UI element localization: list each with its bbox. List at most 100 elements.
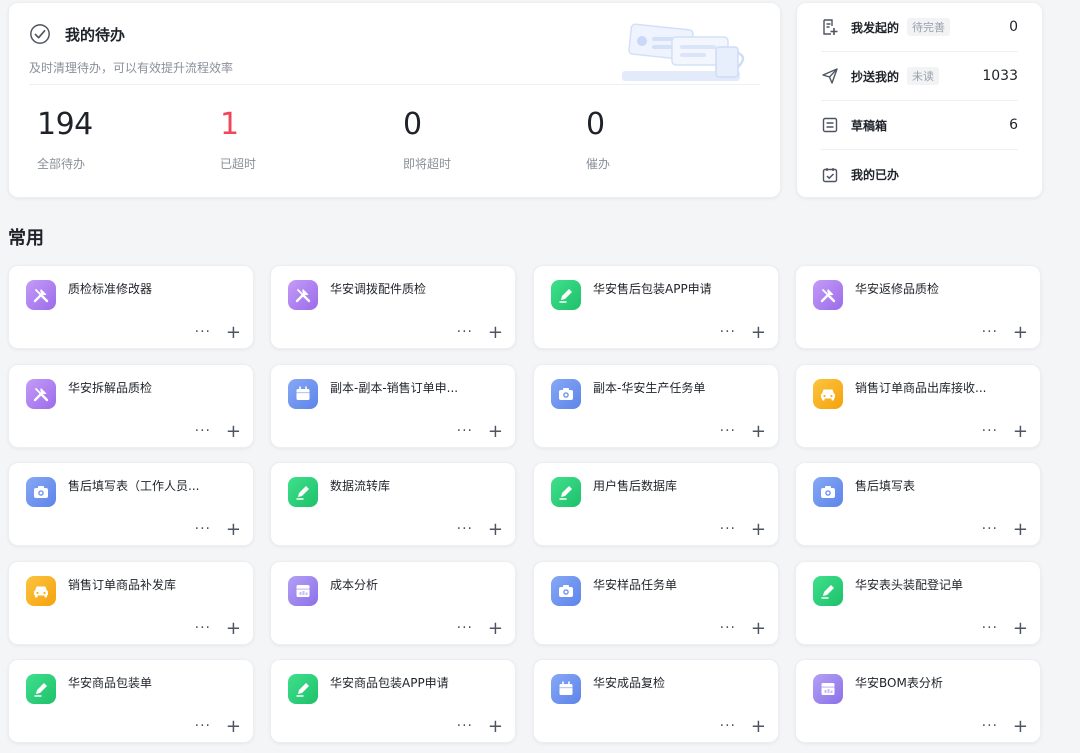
app-name: 华安商品包装单 [68, 676, 153, 690]
app-card[interactable]: 副本-副本-销售订单申... ··· + [270, 364, 516, 448]
side-panel: 我发起的 待完善 0 抄送我的 未读 1033 草稿箱 6 我的已办 [796, 2, 1043, 198]
app-name: 华安成品复检 [593, 676, 666, 690]
side-item-drafts[interactable]: 草稿箱 6 [821, 101, 1018, 150]
camera-icon [26, 477, 56, 507]
more-button[interactable]: ··· [720, 521, 736, 537]
app-card[interactable]: 华安表头装配登记单 ··· + [795, 561, 1041, 645]
app-card[interactable]: 数据流转库 ··· + [270, 462, 516, 546]
more-button[interactable]: ··· [195, 324, 211, 340]
pen-icon [551, 477, 581, 507]
app-card[interactable]: 质检标准修改器 ··· + [8, 265, 254, 349]
camera-icon [551, 576, 581, 606]
add-button[interactable]: + [751, 324, 766, 342]
more-button[interactable]: ··· [720, 423, 736, 439]
status-badge: 未读 [907, 67, 940, 85]
side-item-label: 我的已办 [851, 168, 900, 182]
add-button[interactable]: + [226, 620, 241, 638]
todo-header: 我的待办 [29, 23, 125, 45]
stat-label: 全部待办 [37, 157, 86, 171]
todo-title: 我的待办 [65, 25, 126, 44]
app-name: 销售订单商品出库接收... [855, 381, 987, 395]
add-button[interactable]: + [751, 521, 766, 539]
more-button[interactable]: ··· [720, 324, 736, 340]
more-button[interactable]: ··· [457, 521, 473, 537]
side-item-done[interactable]: 我的已办 [821, 150, 1018, 199]
more-button[interactable]: ··· [457, 324, 473, 340]
app-card[interactable]: 华安样品任务单 ··· + [533, 561, 779, 645]
side-item-count: 1033 [982, 68, 1018, 84]
camera-icon [813, 477, 843, 507]
app-name: 副本-华安生产任务单 [593, 381, 706, 395]
add-button[interactable]: + [226, 324, 241, 342]
app-name: 华安售后包装APP申请 [593, 282, 712, 296]
tools-icon [26, 280, 56, 310]
app-card[interactable]: 华安商品包装APP申请 ··· + [270, 659, 516, 743]
add-button[interactable]: + [226, 718, 241, 736]
stat-all[interactable]: 194 全部待办 [37, 105, 187, 172]
stat-due-soon[interactable]: 0 即将超时 [403, 105, 553, 172]
add-button[interactable]: + [1013, 718, 1028, 736]
add-button[interactable]: + [488, 521, 503, 539]
car-icon [26, 576, 56, 606]
add-button[interactable]: + [751, 620, 766, 638]
todo-divider [29, 84, 760, 85]
add-button[interactable]: + [1013, 521, 1028, 539]
add-button[interactable]: + [488, 423, 503, 441]
more-button[interactable]: ··· [982, 620, 998, 636]
add-button[interactable]: + [488, 324, 503, 342]
more-button[interactable]: ··· [195, 521, 211, 537]
more-button[interactable]: ··· [720, 718, 736, 734]
app-card[interactable]: 销售订单商品补发库 ··· + [8, 561, 254, 645]
tools-icon [813, 280, 843, 310]
app-card[interactable]: 成本分析 ··· + [270, 561, 516, 645]
stat-value: 1 [220, 107, 239, 142]
add-button[interactable]: + [1013, 620, 1028, 638]
app-name: 质检标准修改器 [68, 282, 153, 296]
add-button[interactable]: + [226, 423, 241, 441]
app-card[interactable]: 华安售后包装APP申请 ··· + [533, 265, 779, 349]
more-button[interactable]: ··· [982, 521, 998, 537]
add-button[interactable]: + [751, 423, 766, 441]
section-title: 常用 [8, 228, 44, 249]
draft-icon [822, 117, 838, 133]
add-button[interactable]: + [488, 718, 503, 736]
add-button[interactable]: + [1013, 324, 1028, 342]
app-card[interactable]: 用户售后数据库 ··· + [533, 462, 779, 546]
more-button[interactable]: ··· [982, 423, 998, 439]
app-name: 副本-副本-销售订单申... [330, 381, 459, 395]
app-card[interactable]: 副本-华安生产任务单 ··· + [533, 364, 779, 448]
stat-urged[interactable]: 0 催办 [586, 105, 736, 172]
more-button[interactable]: ··· [982, 718, 998, 734]
more-button[interactable]: ··· [457, 718, 473, 734]
app-card[interactable]: 售后填写表 ··· + [795, 462, 1041, 546]
side-item-label: 草稿箱 [851, 118, 888, 133]
more-button[interactable]: ··· [195, 718, 211, 734]
app-name: 华安返修品质检 [855, 282, 940, 296]
app-card[interactable]: 华安BOM表分析 ··· + [795, 659, 1041, 743]
app-card[interactable]: 售后填写表（工作人员... ··· + [8, 462, 254, 546]
stat-overdue[interactable]: 1 已超时 [220, 105, 370, 172]
more-button[interactable]: ··· [195, 620, 211, 636]
more-button[interactable]: ··· [457, 423, 473, 439]
more-button[interactable]: ··· [457, 620, 473, 636]
app-card[interactable]: 华安拆解品质检 ··· + [8, 364, 254, 448]
side-item-initiated[interactable]: 我发起的 待完善 0 [821, 3, 1018, 52]
more-button[interactable]: ··· [720, 620, 736, 636]
add-button[interactable]: + [488, 620, 503, 638]
more-button[interactable]: ··· [982, 324, 998, 340]
app-card[interactable]: 华安调拨配件质检 ··· + [270, 265, 516, 349]
add-button[interactable]: + [226, 521, 241, 539]
side-item-cc[interactable]: 抄送我的 未读 1033 [821, 52, 1018, 101]
add-button[interactable]: + [751, 718, 766, 736]
app-card[interactable]: 华安商品包装单 ··· + [8, 659, 254, 743]
app-card[interactable]: 销售订单商品出库接收... ··· + [795, 364, 1041, 448]
add-button[interactable]: + [1013, 423, 1028, 441]
app-card[interactable]: 华安成品复检 ··· + [533, 659, 779, 743]
stat-label: 催办 [586, 157, 611, 171]
app-name: 华安BOM表分析 [855, 676, 943, 690]
app-name: 华安表头装配登记单 [855, 578, 964, 592]
app-card[interactable]: 华安返修品质检 ··· + [795, 265, 1041, 349]
app-name: 成本分析 [330, 578, 379, 592]
more-button[interactable]: ··· [195, 423, 211, 439]
pen-icon [813, 576, 843, 606]
